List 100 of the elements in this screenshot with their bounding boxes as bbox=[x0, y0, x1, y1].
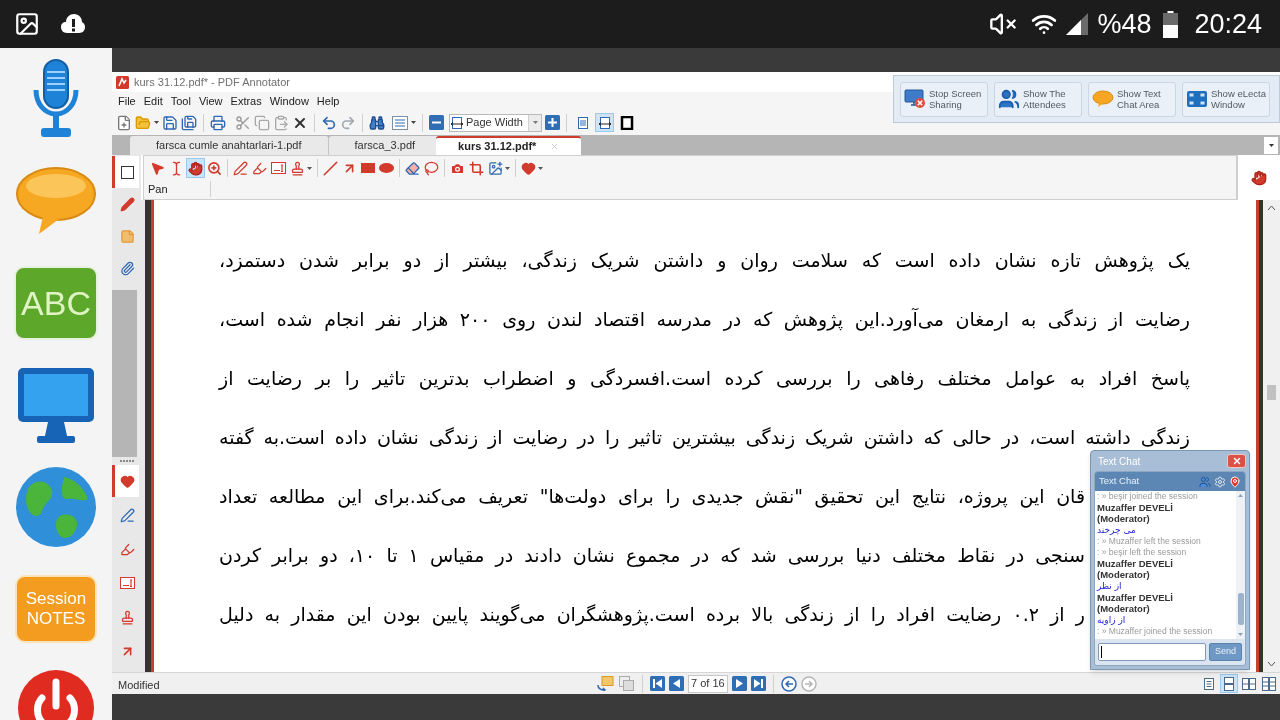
document-text-line: زندگی داشته است، در حالی که داشتن شریک زندگی بیشترین تاثیر را در رضایت از زندگی نشان داده است.به گفته bbox=[219, 425, 1190, 449]
save-icon[interactable] bbox=[162, 114, 178, 131]
text-box-icon bbox=[119, 577, 135, 589]
microphone-icon[interactable] bbox=[31, 58, 81, 140]
highlighter-icon bbox=[252, 160, 267, 176]
full-screen-icon bbox=[619, 115, 634, 130]
crop-icon bbox=[469, 160, 484, 176]
system-message: : » beşir left the session bbox=[1097, 547, 1188, 558]
page-number-field[interactable]: 7 of 16 bbox=[688, 674, 728, 693]
people-icon[interactable] bbox=[1199, 475, 1211, 488]
document-text-line: یک پژوهش تازه نشان داده است که سلامت روان و داشتن شریک زندگی، بیشتر از دو برابر شدن دستمزد، bbox=[219, 248, 1190, 272]
battery-icon bbox=[1163, 10, 1179, 38]
hand-icon bbox=[188, 160, 203, 176]
chat-header-title: Text Chat bbox=[1099, 474, 1140, 489]
caret-icon bbox=[1268, 144, 1274, 147]
two-pages-icon bbox=[1242, 676, 1256, 691]
continuous-pages-icon bbox=[1222, 676, 1236, 691]
window-icon bbox=[1186, 90, 1208, 108]
caret-icon bbox=[411, 121, 416, 124]
annotation-tool-button[interactable] bbox=[186, 158, 205, 178]
speech-bubble-icon[interactable] bbox=[15, 166, 97, 236]
cut-icon[interactable] bbox=[235, 114, 251, 131]
pin-icon[interactable] bbox=[1229, 475, 1241, 488]
page-icon bbox=[575, 115, 590, 130]
chat-window-title: Text Chat bbox=[1097, 454, 1141, 469]
menu-item[interactable]: Help bbox=[316, 92, 340, 110]
menu-item[interactable]: View bbox=[198, 92, 223, 110]
message-author: Muzaffer DEVELİ (Moderator) bbox=[1097, 558, 1174, 580]
ellipse-icon bbox=[379, 163, 394, 173]
menu-item[interactable]: File bbox=[118, 92, 136, 110]
system-message: : » Muzaffer joined the session bbox=[1097, 626, 1214, 637]
monitor-x-icon bbox=[904, 89, 926, 109]
zoom-mode-dropdown[interactable]: Page Width bbox=[449, 113, 542, 132]
menu-item[interactable]: Tool bbox=[170, 92, 191, 110]
annotation-tool-button[interactable] bbox=[321, 158, 340, 178]
print-icon[interactable] bbox=[210, 114, 226, 131]
globe-icon[interactable] bbox=[14, 465, 98, 549]
stamp-icon bbox=[119, 609, 135, 625]
save-as-icon[interactable] bbox=[181, 114, 197, 131]
scrollbar-thumb[interactable] bbox=[1237, 593, 1244, 625]
first-page-icon[interactable] bbox=[650, 676, 665, 691]
highlighter-icon bbox=[119, 541, 135, 557]
close-icon bbox=[1231, 456, 1242, 466]
power-icon[interactable] bbox=[16, 668, 96, 720]
scroll-down-icon[interactable] bbox=[1268, 662, 1275, 666]
square-icon bbox=[120, 165, 134, 179]
pen-icon bbox=[119, 507, 135, 523]
sync-icon[interactable] bbox=[597, 676, 614, 691]
page-width-icon bbox=[597, 115, 612, 130]
signal-icon bbox=[1065, 12, 1090, 36]
settings-icon[interactable] bbox=[1214, 475, 1226, 488]
chat-input-field[interactable] bbox=[1098, 643, 1206, 661]
chat-message: از زاویه bbox=[1097, 614, 1126, 626]
chat-scrollbar[interactable] bbox=[1236, 491, 1245, 639]
view-mode-button[interactable] bbox=[595, 113, 614, 132]
last-page-icon[interactable] bbox=[750, 676, 766, 691]
marker-icon bbox=[119, 196, 135, 212]
window-title: kurs 31.12.pdf* - PDF Annotator bbox=[134, 74, 290, 90]
back-icon[interactable] bbox=[780, 675, 797, 692]
sharing-bar-button[interactable]: Stop Screen Sharing bbox=[900, 81, 988, 117]
zoom-in-icon bbox=[207, 160, 222, 176]
new-file-icon[interactable] bbox=[116, 114, 132, 131]
page-layout-button[interactable] bbox=[1260, 674, 1278, 693]
battery-percentage: %48 bbox=[1097, 10, 1152, 38]
next-page-icon[interactable] bbox=[731, 676, 747, 691]
page-layout-button[interactable] bbox=[1220, 674, 1238, 693]
zoom-in-icon[interactable] bbox=[545, 115, 560, 130]
sidebar-tab[interactable] bbox=[112, 156, 139, 188]
scrollbar-thumb[interactable] bbox=[1267, 385, 1276, 400]
app-logo-icon bbox=[116, 75, 129, 89]
vertical-scrollbar[interactable] bbox=[1263, 200, 1280, 672]
sharing-bar-button[interactable]: Show Text Chat Area bbox=[1088, 81, 1176, 117]
folder-icon[interactable] bbox=[135, 114, 151, 131]
scroll-down-icon[interactable] bbox=[1238, 633, 1243, 636]
document-tab[interactable]: kurs 31.12.pdf* bbox=[436, 136, 582, 155]
menu-item[interactable]: Window bbox=[269, 92, 309, 110]
image-add-icon bbox=[488, 160, 503, 176]
zoom-out-icon[interactable] bbox=[429, 115, 444, 130]
pointer-icon bbox=[150, 160, 165, 176]
sharing-bar-button[interactable]: Show The Attendees bbox=[994, 81, 1082, 117]
sharing-bar-button[interactable]: Show eLecta Window bbox=[1182, 81, 1270, 117]
clock: 20:24 bbox=[1194, 10, 1262, 38]
previous-page-icon[interactable] bbox=[669, 676, 684, 691]
scroll-up-icon[interactable] bbox=[1238, 494, 1243, 497]
message-author: Muzaffer DEVELİ (Moderator) bbox=[1097, 502, 1174, 524]
binoculars-icon[interactable] bbox=[369, 114, 385, 131]
list-icon[interactable] bbox=[392, 115, 408, 130]
close-button[interactable] bbox=[1227, 454, 1246, 468]
heart-icon bbox=[119, 473, 135, 489]
people-icon bbox=[998, 88, 1020, 110]
menu-item[interactable]: Extras bbox=[230, 92, 262, 110]
lasso-icon bbox=[424, 160, 439, 176]
camera-icon bbox=[450, 160, 465, 176]
document-text-line: ر از ۰.۲ رضایت افراد را از زندگی بالا برده است.پژوهشگران می‌گویند پایین بودن این مقدار به دلیل bbox=[219, 602, 1085, 626]
menu-item[interactable]: Edit bbox=[143, 92, 163, 110]
tab-list-button[interactable] bbox=[1264, 137, 1278, 154]
undo-icon[interactable] bbox=[321, 114, 337, 131]
document-tab[interactable]: farsca cumle anahtarlari-1.pdf bbox=[130, 136, 329, 155]
document-text-line: سنجی در نقاط مختلف دنیا بررسی شد که در مجموع نشان دادند در مقیاس ۱ تا ۱۰، دو برابر کردن bbox=[219, 543, 1085, 567]
scroll-up-icon[interactable] bbox=[1268, 206, 1275, 210]
